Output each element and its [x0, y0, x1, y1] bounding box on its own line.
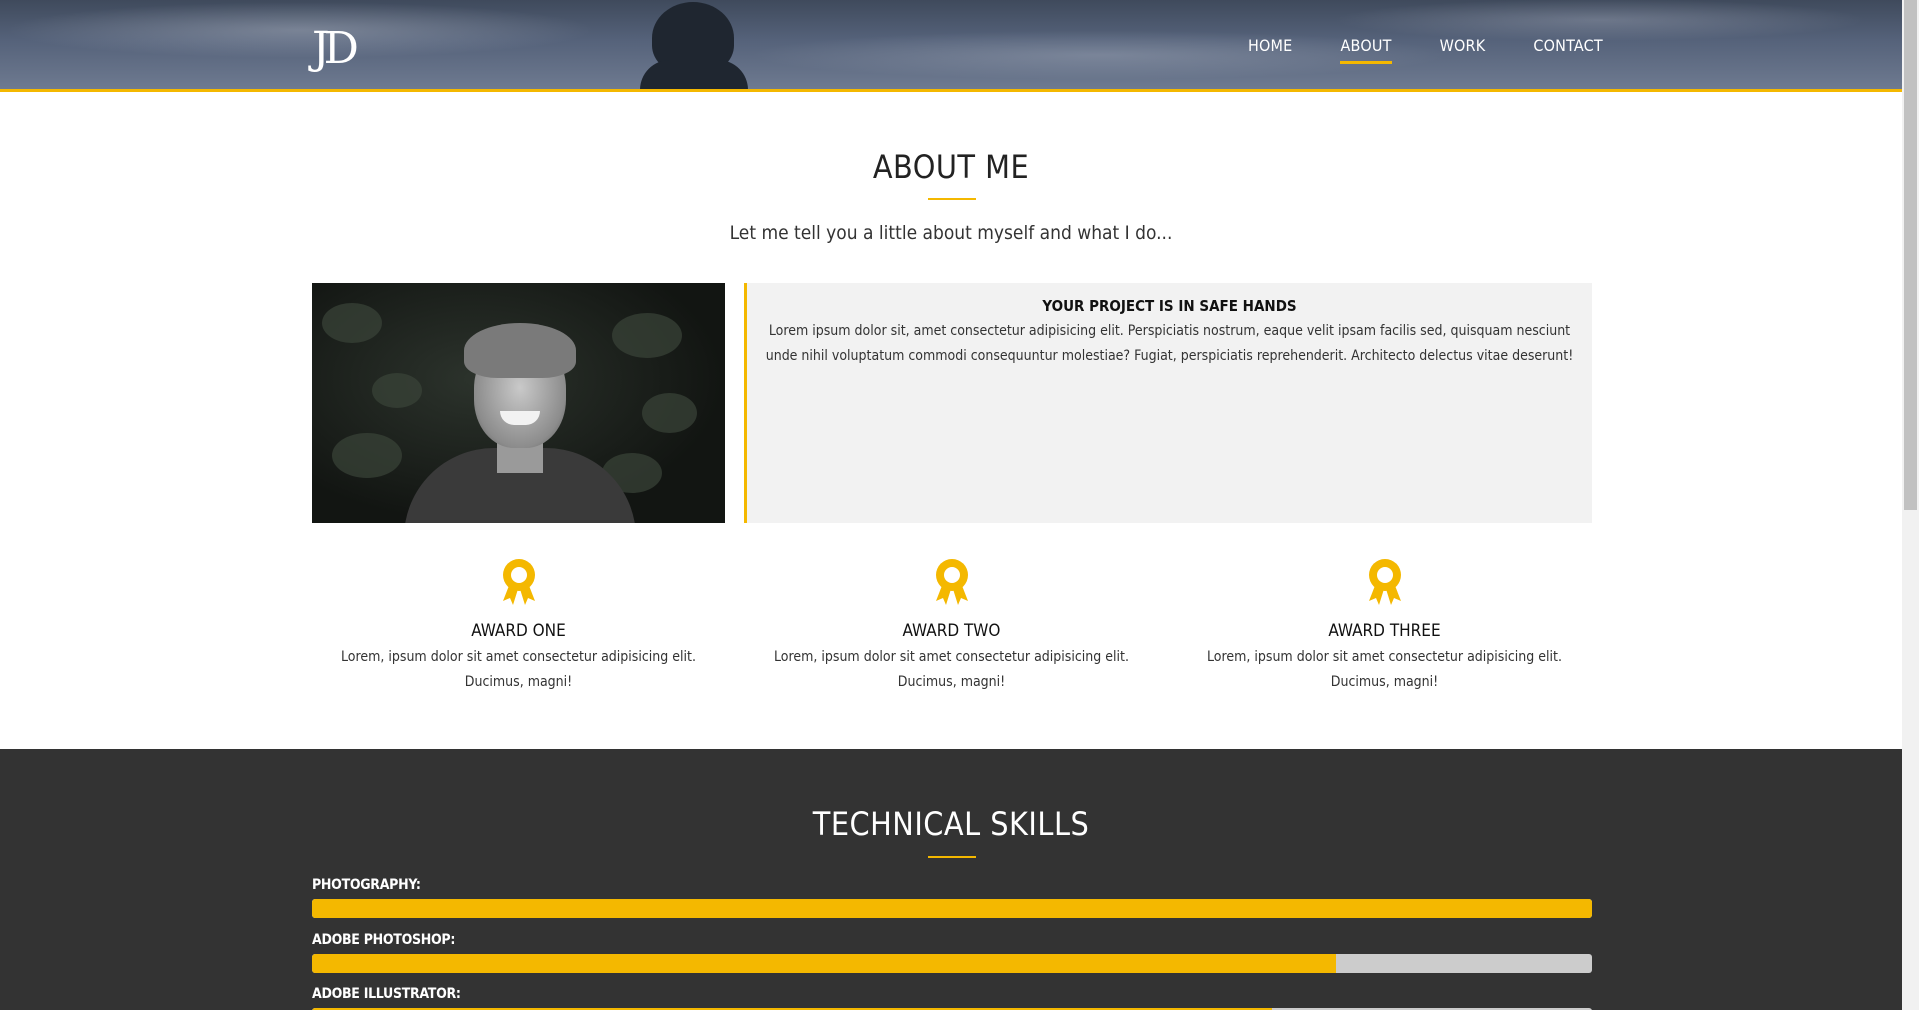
award-ribbon-icon [502, 559, 535, 605]
skill-bar-fill [312, 954, 1336, 973]
scrollbar-thumb[interactable] [1904, 0, 1917, 510]
award-text: Lorem, ipsum dolor sit amet consectetur … [1207, 649, 1562, 690]
skill-label: ADOBE ILLUSTRATOR: [312, 986, 461, 1002]
page-scrollbar[interactable] [1902, 0, 1919, 1010]
skill-bar [312, 954, 1592, 973]
skill-item: ADOBE ILLUSTRATOR: [312, 986, 1592, 1010]
nav-home[interactable]: HOME [1248, 36, 1292, 64]
info-box-text: Lorem ipsum dolor sit, amet consectetur … [765, 323, 1574, 364]
skill-bar [312, 899, 1592, 918]
skills-title-underline [928, 856, 976, 858]
skills-title: TECHNICAL SKILLS [812, 805, 1090, 843]
skills-section: TECHNICAL SKILLS PHOTOGRAPHY: ADOBE PHOT… [0, 749, 1902, 1010]
skill-item: PHOTOGRAPHY: [312, 877, 1592, 918]
skill-label: ADOBE PHOTOSHOP: [312, 932, 456, 948]
award-card: AWARD TWO Lorem, ipsum dolor sit amet co… [745, 557, 1158, 695]
info-box-title: YOUR PROJECT IS IN SAFE HANDS [1042, 297, 1297, 315]
about-title-underline [928, 198, 976, 200]
site-logo[interactable]: JD [312, 27, 359, 71]
award-text: Lorem, ipsum dolor sit amet consectetur … [774, 649, 1129, 690]
nav-work[interactable]: WORK [1440, 36, 1486, 64]
skill-bar-fill [312, 899, 1592, 918]
main-nav: HOME ABOUT WORK CONTACT [1248, 36, 1651, 64]
award-title: AWARD THREE [1328, 621, 1441, 641]
award-title: AWARD TWO [902, 621, 1001, 641]
skill-label: PHOTOGRAPHY: [312, 877, 421, 893]
page: JD HOME ABOUT WORK CONTACT ABOUT ME Let … [0, 0, 1919, 1010]
award-card: AWARD THREE Lorem, ipsum dolor sit amet … [1178, 557, 1591, 695]
header-background-figure-body [640, 60, 748, 89]
about-subtitle: Let me tell you a little about myself an… [729, 222, 1173, 244]
about-title: ABOUT ME [872, 148, 1030, 186]
award-ribbon-icon [1368, 559, 1401, 605]
nav-contact[interactable]: CONTACT [1533, 36, 1603, 64]
profile-photo [312, 283, 725, 523]
award-ribbon-icon [935, 559, 968, 605]
about-info-box: YOUR PROJECT IS IN SAFE HANDS Lorem ipsu… [744, 283, 1592, 523]
skill-item: ADOBE PHOTOSHOP: [312, 932, 1592, 973]
award-title: AWARD ONE [471, 621, 566, 641]
nav-about[interactable]: ABOUT [1340, 36, 1392, 64]
site-header: JD HOME ABOUT WORK CONTACT [0, 0, 1902, 92]
award-card: AWARD ONE Lorem, ipsum dolor sit amet co… [312, 557, 725, 695]
award-text: Lorem, ipsum dolor sit amet consectetur … [341, 649, 696, 690]
